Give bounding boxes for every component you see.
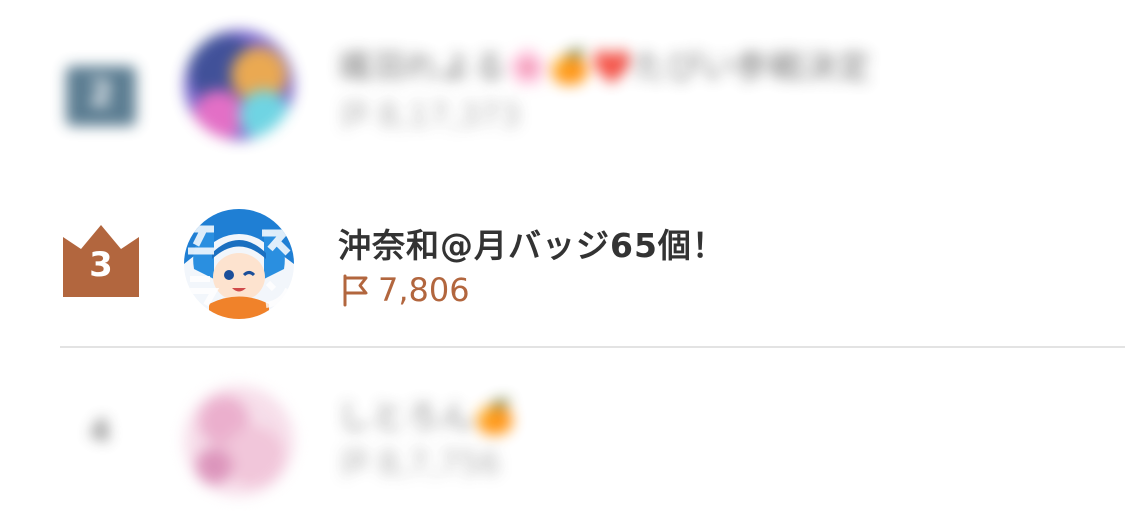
ranking-list: 2 颯羽れよる🌸🍊❤️たぴい参戦決定 8,17,373 3 沖奈和@月バッジ65… (0, 0, 1125, 522)
ranking-row-2[interactable]: 2 颯羽れよる🌸🍊❤️たぴい参戦決定 8,17,373 (0, 0, 1125, 175)
user-avatar-image (184, 209, 294, 319)
user-name: 颯羽れよる🌸🍊❤️たぴい参戦決定 (338, 47, 872, 86)
flag-icon (338, 273, 372, 307)
score: 8,17,373 (338, 96, 521, 134)
user-avatar-image (184, 30, 294, 140)
rank-number: 4 (89, 414, 111, 449)
flag-icon (338, 98, 372, 132)
score: 7,806 (338, 271, 470, 309)
user-name: しとろん🍊 (338, 397, 517, 436)
rank-3-crown-badge: 3 (62, 223, 140, 301)
avatar[interactable] (184, 386, 294, 496)
avatar[interactable] (184, 209, 294, 319)
user-avatar-image (184, 386, 294, 496)
score-value: 8,17,373 (378, 96, 521, 134)
score-value: 7,806 (378, 271, 470, 309)
rank-number: 3 (89, 245, 113, 285)
ranking-row-3[interactable]: 3 沖奈和@月バッジ65個！ 7,806 (0, 175, 1125, 347)
flag-icon (338, 446, 372, 480)
ranking-row-4[interactable]: 4 しとろん🍊 8,7,756 (0, 348, 1125, 522)
score: 8,7,756 (338, 444, 500, 482)
score-value: 8,7,756 (378, 444, 501, 482)
rank-number: 2 (89, 74, 113, 114)
user-name: 沖奈和@月バッジ65個！ (338, 226, 726, 265)
rank-2-crown-badge: 2 (62, 52, 140, 130)
avatar[interactable] (184, 30, 294, 140)
